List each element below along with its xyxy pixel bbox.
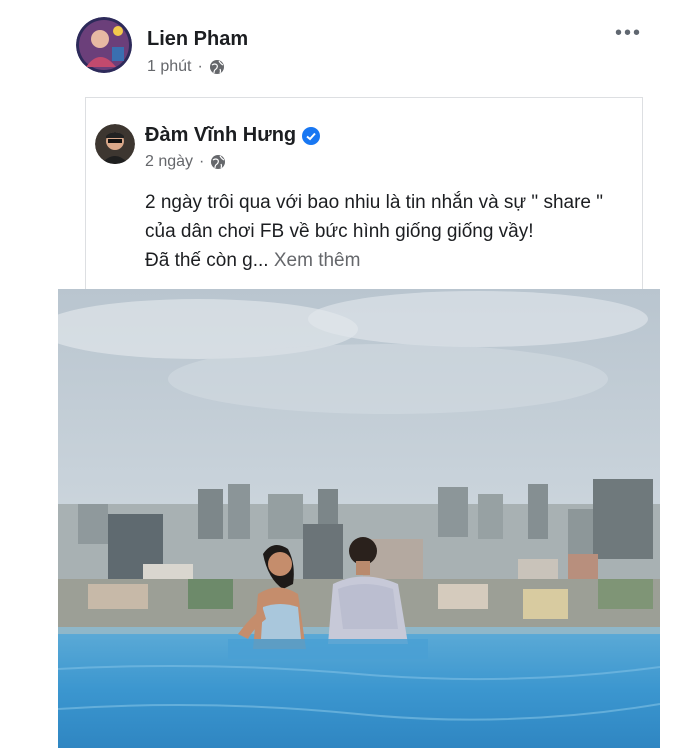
author-avatar[interactable] (76, 17, 132, 73)
shared-author-label[interactable]: Đàm Vĩnh Hưng (145, 124, 296, 147)
shared-post-meta: 2 ngày · (145, 153, 226, 171)
post-time[interactable]: 1 phút (147, 58, 191, 76)
post-text: 2 ngày trôi qua với bao nhiu là tin nhắn… (145, 188, 625, 275)
post-text-line: Đã thế còn g... Xem thêm (145, 246, 625, 275)
verified-badge-icon (302, 126, 321, 145)
see-more-link[interactable]: Xem thêm (274, 250, 361, 271)
shared-post-time[interactable]: 2 ngày (145, 153, 193, 171)
post-text-line: 2 ngày trôi qua với bao nhiu là tin nhắn… (145, 192, 603, 213)
meta-dot: · (199, 153, 205, 170)
globe-icon (210, 154, 226, 170)
shared-post[interactable]: Đàm Vĩnh Hưng 2 ngày · 2 ngày trôi qua v… (85, 97, 643, 290)
meta-dot: · (197, 58, 203, 75)
author-name[interactable]: Lien Pham (147, 28, 248, 51)
shared-author-avatar[interactable] (95, 124, 135, 164)
post-meta: 1 phút · (147, 58, 225, 76)
more-options-icon[interactable]: ••• (615, 22, 642, 45)
shared-author-name[interactable]: Đàm Vĩnh Hưng (145, 124, 321, 147)
globe-icon (209, 59, 225, 75)
post-text-line: của dân chơi FB về bức hình giống giống … (145, 221, 534, 242)
post-header: Lien Pham 1 phút · ••• (58, 0, 660, 92)
post-card: Lien Pham 1 phút · ••• Đàm Vĩnh Hưng 2 n… (58, 0, 660, 748)
post-text-truncated: Đã thế còn g... (145, 250, 269, 271)
post-photo[interactable] (58, 289, 660, 748)
